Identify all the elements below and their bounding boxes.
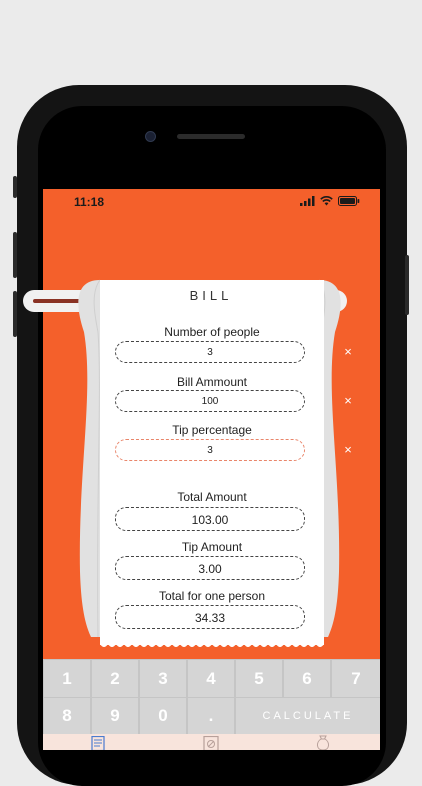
key-7[interactable]: 7 [332, 660, 380, 697]
receipt-title: BILL [189, 288, 233, 303]
clear-people-button[interactable]: × [341, 345, 355, 359]
total-amount-label: Total Amount [177, 490, 247, 504]
key-5[interactable]: 5 [236, 660, 282, 697]
tab-bar [43, 734, 380, 750]
tab-no-tip[interactable] [155, 734, 267, 750]
bill-amount-input[interactable]: 100 [115, 390, 305, 412]
key-1[interactable]: 1 [44, 660, 90, 697]
tip-percentage-input[interactable]: 3 [115, 439, 305, 461]
key-0[interactable]: 0 [140, 698, 186, 734]
key-8[interactable]: 8 [44, 698, 90, 734]
wifi-icon [320, 196, 333, 206]
per-person-value: 34.33 [115, 605, 305, 629]
people-input[interactable]: 3 [115, 341, 305, 363]
receipt-torn-edge [100, 640, 324, 647]
key-2[interactable]: 2 [92, 660, 138, 697]
key-decimal[interactable]: . [188, 698, 234, 734]
key-3[interactable]: 3 [140, 660, 186, 697]
bill-amount-label: Bill Ammount [176, 375, 248, 389]
signal-icon [300, 196, 315, 206]
side-button-left-1 [13, 176, 17, 198]
status-icons [300, 196, 360, 206]
status-time: 11:18 [74, 195, 105, 209]
side-button-right [405, 255, 409, 315]
status-bar: 11:18 [43, 189, 380, 217]
receipt-icon [91, 736, 105, 750]
calculate-button[interactable]: CALCULATE [236, 698, 380, 734]
key-9[interactable]: 9 [92, 698, 138, 734]
clear-bill-amount-button[interactable]: × [341, 394, 355, 408]
money-bag-icon [317, 735, 329, 750]
tab-money[interactable] [267, 734, 379, 750]
tab-bill[interactable] [43, 734, 155, 750]
no-tip-icon [203, 736, 219, 750]
key-6[interactable]: 6 [284, 660, 330, 697]
side-button-left-2 [13, 232, 17, 278]
per-person-label: Total for one person [158, 589, 266, 603]
total-amount-value: 103.00 [115, 507, 305, 531]
earpiece-speaker [177, 134, 245, 139]
tip-amount-value: 3.00 [115, 556, 305, 580]
tip-percentage-label: Tip percentage [172, 423, 252, 437]
battery-icon [338, 196, 360, 206]
front-camera [145, 131, 156, 142]
clear-tip-percentage-button[interactable]: × [341, 443, 355, 457]
tip-amount-label: Tip Amount [181, 540, 243, 554]
people-label: Number of people [164, 325, 260, 339]
key-4[interactable]: 4 [188, 660, 234, 697]
number-keypad: 1 2 3 4 5 6 7 8 9 0 . CALCULATE [43, 659, 380, 734]
